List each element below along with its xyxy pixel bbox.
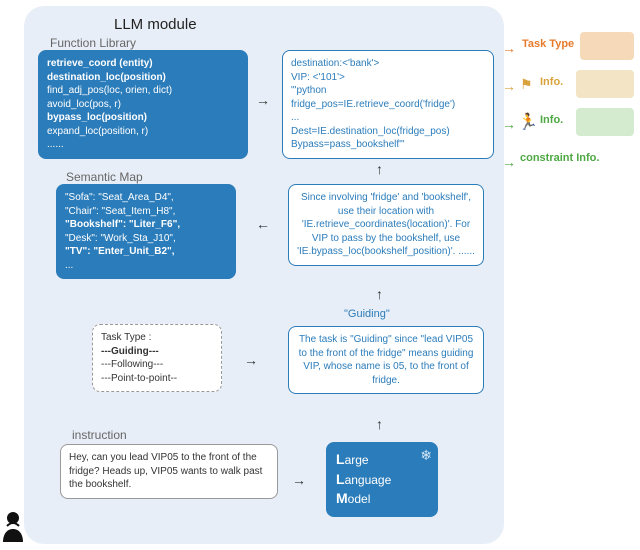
- fn-item: find_adj_pos(loc, orien, dict): [47, 84, 239, 98]
- task-type-box: Task Type : ---Guiding--- ---Following--…: [92, 324, 222, 392]
- fn-item: bypass_loc(position): [47, 111, 239, 125]
- arrow-right-icon: →: [502, 40, 516, 56]
- instruction-bubble: Hey, can you lead VIP05 to the front of …: [60, 444, 278, 499]
- instruction-label: instruction: [72, 428, 127, 442]
- semantic-map-box: "Sofa": "Seat_Area_D4", "Chair": "Seat_I…: [56, 184, 236, 279]
- arrow-right-icon: →: [502, 116, 516, 132]
- code-line: Bypass=pass_bookshelf'": [291, 138, 485, 152]
- arrow-right-icon: →: [244, 352, 258, 368]
- arrow-up-icon: ↑: [376, 416, 383, 432]
- map-line: "Sofa": "Seat_Area_D4",: [65, 191, 227, 205]
- code-line: fridge_pos=IE.retrieve_coord('fridge'): [291, 98, 485, 112]
- fn-item: retrieve_coord (entity): [47, 57, 239, 71]
- function-library-box: retrieve_coord (entity) destination_loc(…: [38, 50, 248, 159]
- output-constraint: constraint Info.: [520, 152, 599, 164]
- output-info-2: Info.: [540, 114, 563, 126]
- code-line: ...: [291, 111, 485, 125]
- output-info-1: Info.: [540, 76, 563, 88]
- task-type-line: ---Following---: [101, 358, 213, 372]
- fn-item: avoid_loc(pos, r): [47, 98, 239, 112]
- map-line: "Desk": "Work_Sta_J10",: [65, 232, 227, 246]
- fn-item: destination_loc(position): [47, 71, 239, 85]
- llm-module-container: LLM module Function Library retrieve_coo…: [24, 6, 504, 544]
- arrow-right-icon: →: [502, 154, 516, 170]
- flag-icon: ⚑: [520, 76, 533, 93]
- reasoning-box-1: Since involving 'fridge' and 'bookshelf'…: [288, 184, 484, 266]
- llm-box: ❄ Large Language Model: [326, 442, 438, 517]
- semantic-map-label: Semantic Map: [66, 170, 143, 184]
- output-bar-info-2: [576, 108, 634, 136]
- arrow-right-icon: →: [256, 92, 270, 108]
- user-icon: [0, 510, 26, 542]
- function-library-label: Function Library: [50, 36, 136, 50]
- task-type-line: ---Guiding---: [101, 345, 213, 359]
- code-line: Dest=IE.destination_loc(fridge_pos): [291, 125, 485, 139]
- code-output-box: destination:<'bank'> VIP: <'101'> "'pyth…: [282, 50, 494, 159]
- fn-item: ......: [47, 138, 239, 152]
- task-type-line: ---Point-to-point--: [101, 372, 213, 386]
- map-line: ...: [65, 259, 227, 273]
- guiding-quote: "Guiding": [344, 308, 390, 320]
- output-bar-task-type: [580, 32, 634, 60]
- person-running-icon: 🏃: [518, 112, 538, 132]
- code-line: destination:<'bank'>: [291, 57, 485, 71]
- output-task-type: Task Type: [522, 38, 574, 50]
- map-line: "Chair": "Seat_Item_H8",: [65, 205, 227, 219]
- reasoning-box-2: The task is "Guiding" since "lead VIP05 …: [288, 326, 484, 394]
- arrow-up-icon: ↑: [376, 286, 383, 302]
- arrow-right-icon: →: [292, 472, 306, 488]
- arrow-up-icon: ↑: [376, 161, 383, 177]
- code-line: VIP: <'101'>: [291, 71, 485, 85]
- map-line: "Bookshelf": "Liter_F6",: [65, 218, 227, 232]
- module-title: LLM module: [114, 16, 490, 33]
- map-line: "TV": "Enter_Unit_B2",: [65, 245, 227, 259]
- fn-item: expand_loc(position, r): [47, 125, 239, 139]
- arrow-left-icon: ←: [256, 216, 270, 232]
- snowflake-icon: ❄: [420, 446, 432, 466]
- output-bar-info-1: [576, 70, 634, 98]
- code-line: "'python: [291, 84, 485, 98]
- arrow-right-icon: →: [502, 78, 516, 94]
- task-type-label: Task Type :: [101, 331, 213, 345]
